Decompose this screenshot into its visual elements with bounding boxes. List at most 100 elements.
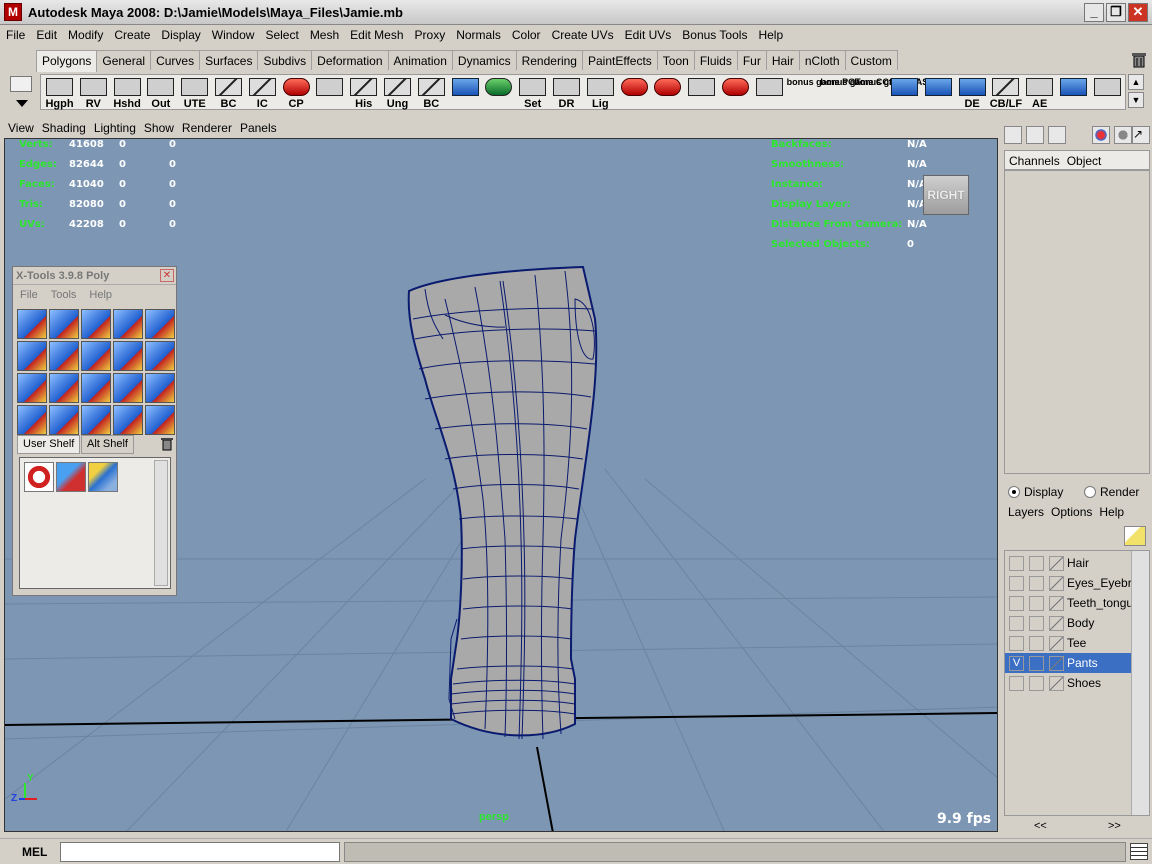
shelf-button-hshd[interactable]: Hshd: [111, 76, 144, 110]
shelf-button-set[interactable]: Set: [516, 76, 549, 110]
layer-row-teeth-tongu[interactable]: Teeth_tongu: [1005, 593, 1131, 613]
shelf-tab-toon[interactable]: Toon: [656, 50, 695, 70]
layer-row-pants[interactable]: V Pants: [1005, 653, 1131, 673]
shelf-button-ute[interactable]: UTE: [178, 76, 211, 110]
render-layers-radio[interactable]: Render: [1084, 485, 1139, 499]
channel-box-layout-icon[interactable]: [1004, 126, 1022, 144]
shelf-tab-custom[interactable]: Custom: [844, 50, 898, 70]
menu-color[interactable]: Color: [506, 25, 546, 45]
shelf-button-lig[interactable]: Lig: [584, 76, 617, 110]
xtools-tool-icon[interactable]: [113, 373, 143, 403]
xtools-tool-icon[interactable]: [81, 309, 111, 339]
panel-menu-renderer[interactable]: Renderer: [178, 118, 236, 135]
xtools-tool-icon[interactable]: [113, 341, 143, 371]
channel-box-menu-object[interactable]: Object: [1063, 151, 1105, 168]
display-layers-radio[interactable]: Display: [1008, 485, 1063, 499]
menu-edit[interactable]: Edit: [30, 25, 62, 45]
xtools-shelf-uv-icon[interactable]: [88, 462, 118, 492]
xtools-window[interactable]: X-Tools 3.9.8 Poly ✕ File Tools Help User …: [12, 266, 177, 596]
xtools-tool-icon[interactable]: [145, 373, 175, 403]
shelf-tab-polygons[interactable]: Polygons: [36, 50, 98, 72]
shelf-button-tool-21[interactable]: [753, 76, 786, 110]
layer-display-type-toggle[interactable]: [1029, 596, 1044, 611]
shelf-tab-animation[interactable]: Animation: [387, 50, 453, 70]
shelf-button-ae[interactable]: AE: [1023, 76, 1056, 110]
layer-display-type-toggle[interactable]: [1029, 636, 1044, 651]
mel-command-input[interactable]: [60, 842, 340, 862]
shelf-button-de[interactable]: DE: [956, 76, 989, 110]
layer-row-eyes-eyebro[interactable]: Eyes_Eyebro: [1005, 573, 1131, 593]
pants-mesh[interactable]: [407, 265, 598, 740]
xtools-tool-icon[interactable]: [49, 341, 79, 371]
shelf-tab-hair[interactable]: Hair: [765, 50, 800, 70]
shelf-tab-rendering[interactable]: Rendering: [515, 50, 583, 70]
shelf-tab-painteffects[interactable]: PaintEffects: [581, 50, 658, 70]
xtools-tool-icon[interactable]: [17, 341, 47, 371]
shelf-button-tool-19[interactable]: [685, 76, 718, 110]
shelf-button-bonus-game-sas[interactable]: bonus game SAS: [854, 76, 928, 110]
layer-menu-options[interactable]: Options: [1047, 502, 1095, 519]
xtools-trash-icon[interactable]: [161, 437, 173, 451]
shelf-button-tool-31[interactable]: [1091, 76, 1124, 110]
new-layer-icon[interactable]: [1124, 526, 1146, 546]
tool-settings-layout-icon[interactable]: [1048, 126, 1066, 144]
shelf-menu-arrow-icon[interactable]: [16, 100, 28, 107]
layer-menu-help[interactable]: Help: [1095, 502, 1127, 519]
menu-display[interactable]: Display: [155, 25, 205, 45]
xtools-tool-icon[interactable]: [113, 405, 143, 435]
xtools-tool-icon[interactable]: [17, 405, 47, 435]
menu-modify[interactable]: Modify: [62, 25, 108, 45]
layer-next-button[interactable]: >>: [1108, 820, 1121, 832]
render-view-icon[interactable]: [1092, 126, 1110, 144]
shelf-tab-general[interactable]: General: [96, 50, 152, 70]
layer-visibility-toggle[interactable]: [1009, 576, 1024, 591]
shelf-button-hgph[interactable]: Hgph: [43, 76, 76, 110]
xtools-tool-icon[interactable]: [49, 405, 79, 435]
layer-display-type-toggle[interactable]: [1029, 576, 1044, 591]
xtools-tool-icon[interactable]: [81, 341, 111, 371]
channel-box-menu-channels[interactable]: Channels: [1005, 151, 1063, 168]
shelf-button-tool-12[interactable]: [449, 76, 482, 110]
shelf-tab-surfaces[interactable]: Surfaces: [199, 50, 259, 70]
channel-box-body[interactable]: [1004, 170, 1150, 474]
menu-window[interactable]: Window: [206, 25, 260, 45]
layer-visibility-toggle[interactable]: [1009, 636, 1024, 651]
shelf-button-tool-17[interactable]: [618, 76, 651, 110]
layer-menu-layers[interactable]: Layers: [1004, 502, 1047, 519]
shelf-tab-dynamics[interactable]: Dynamics: [451, 50, 517, 70]
xtools-tool-icon[interactable]: [17, 309, 47, 339]
shelf-button-tool-13[interactable]: [482, 76, 515, 110]
layer-visibility-toggle[interactable]: [1009, 556, 1024, 571]
layer-prev-button[interactable]: <<: [1034, 820, 1047, 832]
menu-edit-uvs[interactable]: Edit UVs: [619, 25, 677, 45]
layer-list-scrollbar[interactable]: [1131, 551, 1149, 815]
layer-row-shoes[interactable]: Shoes: [1005, 673, 1131, 693]
shelf-button-tool-26[interactable]: [922, 76, 955, 110]
shelf-button-ung[interactable]: Ung: [381, 76, 414, 110]
shelf-tab-curves[interactable]: Curves: [150, 50, 201, 70]
shelf-button-bonus-game-pgt[interactable]: bonus game PGT: [787, 76, 861, 110]
layer-visibility-toggle[interactable]: [1009, 596, 1024, 611]
xtools-close-icon[interactable]: ✕: [160, 269, 174, 282]
layer-color-swatch-icon[interactable]: [1049, 656, 1064, 671]
layer-color-swatch-icon[interactable]: [1049, 596, 1064, 611]
shelf-tab-fluids[interactable]: Fluids: [693, 50, 738, 70]
layer-row-hair[interactable]: Hair: [1005, 553, 1131, 573]
shelf-button-ic[interactable]: IC: [246, 76, 279, 110]
xtools-tab-alt-shelf[interactable]: Alt Shelf: [81, 435, 134, 454]
layer-color-swatch-icon[interactable]: [1049, 676, 1064, 691]
shelf-button-tool-8[interactable]: [313, 76, 346, 110]
shelf-scroll[interactable]: ▲ ▼: [1128, 74, 1146, 110]
shelf-tab-deformation[interactable]: Deformation: [311, 50, 389, 70]
shelf-button-out[interactable]: Out: [144, 76, 177, 110]
shelf-button-bc[interactable]: BC: [415, 76, 448, 110]
attribute-editor-layout-icon[interactable]: [1026, 126, 1044, 144]
shelf-scroll-up-icon[interactable]: ▲: [1128, 74, 1144, 90]
layer-color-swatch-icon[interactable]: [1049, 616, 1064, 631]
shelf-button-dr[interactable]: DR: [550, 76, 583, 110]
shelf-button-cp[interactable]: CP: [280, 76, 313, 110]
shelf-tab-ncloth[interactable]: nCloth: [798, 50, 846, 70]
menu-help[interactable]: Help: [752, 25, 788, 45]
xtools-menu-tools[interactable]: Tools: [44, 287, 83, 301]
xtools-tool-icon[interactable]: [113, 309, 143, 339]
